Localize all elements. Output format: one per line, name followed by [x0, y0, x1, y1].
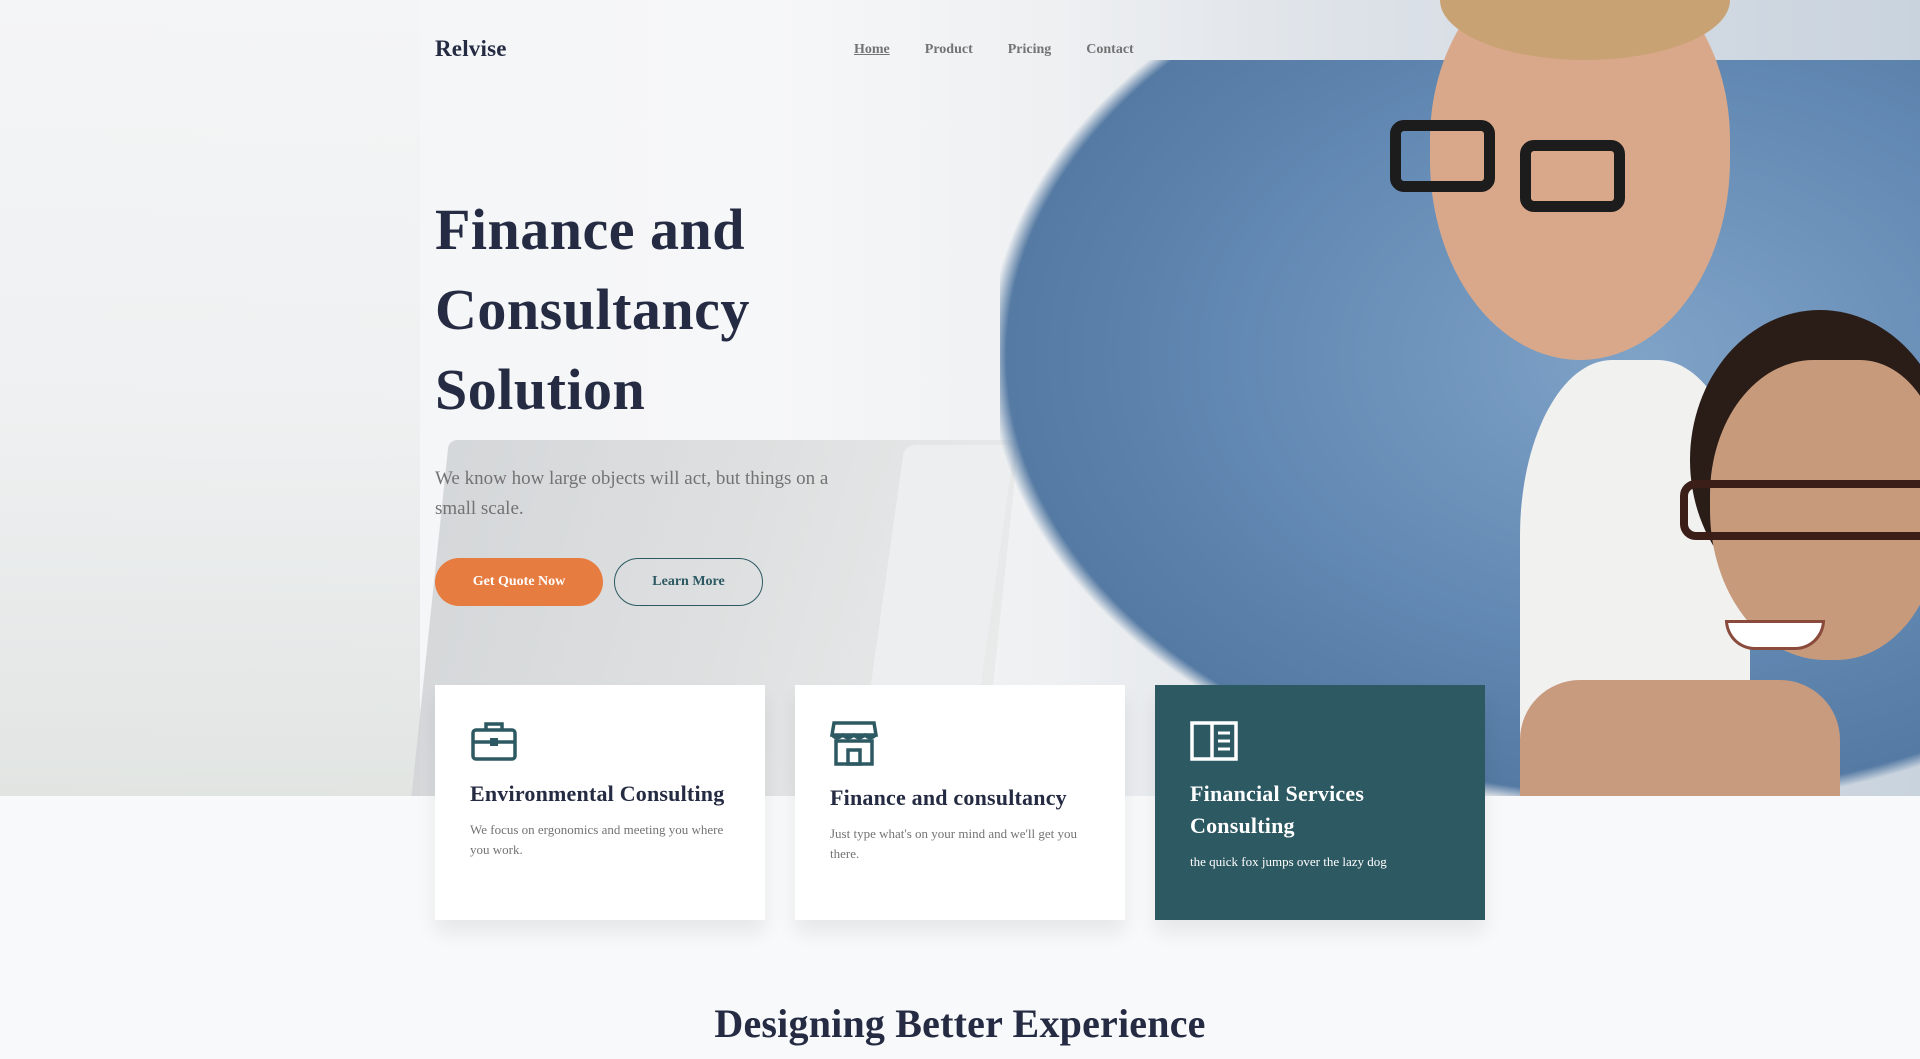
card-text: We focus on ergonomics and meeting you w…	[470, 822, 724, 857]
service-card-financial-services[interactable]: Financial Services Consulting the quick …	[1155, 685, 1485, 920]
card-title: Financial Services Consulting	[1190, 781, 1365, 838]
main-nav: Home Product Pricing Contact	[854, 42, 1134, 58]
service-card-environmental[interactable]: Environmental Consulting We focus on erg…	[435, 685, 765, 920]
nav-home[interactable]: Home	[854, 42, 890, 58]
hero-woman-smile	[1725, 620, 1825, 650]
get-quote-button[interactable]: Get Quote Now	[435, 558, 603, 606]
service-card-finance[interactable]: Finance and consultancy Just type what's…	[795, 685, 1125, 920]
hero-title-line-2: Consultancy	[435, 277, 750, 342]
hero-blurred-window	[0, 0, 420, 796]
hero-man-glasses-left	[1390, 120, 1495, 192]
nav-product[interactable]: Product	[925, 42, 973, 58]
hero-title-line-1: Finance and	[435, 197, 746, 262]
section-title: Designing Better Experience	[714, 1001, 1206, 1046]
hero-man-glasses-right	[1520, 140, 1625, 212]
card-title: Finance and consultancy	[830, 785, 1067, 810]
card-title: Environmental Consulting	[470, 781, 725, 806]
briefcase-icon	[471, 722, 517, 761]
hero-woman-hand	[1520, 680, 1840, 796]
brand-logo[interactable]: Relvise	[435, 36, 507, 62]
hero-title: Finance and Consultancy Solution	[435, 190, 935, 430]
nav-contact[interactable]: Contact	[1086, 42, 1133, 58]
hero-woman-glasses	[1680, 480, 1920, 540]
hero-title-line-3: Solution	[435, 357, 646, 422]
book-open-icon	[1190, 721, 1238, 761]
hero-background	[0, 0, 1920, 796]
storefront-icon	[829, 721, 879, 766]
card-text: the quick fox jumps over the lazy dog	[1190, 854, 1387, 869]
nav-pricing[interactable]: Pricing	[1008, 42, 1052, 58]
hero-subtitle: We know how large objects will act, but …	[435, 468, 829, 519]
card-text: Just type what's on your mind and we'll …	[830, 826, 1077, 861]
learn-more-button[interactable]: Learn More	[614, 558, 763, 606]
